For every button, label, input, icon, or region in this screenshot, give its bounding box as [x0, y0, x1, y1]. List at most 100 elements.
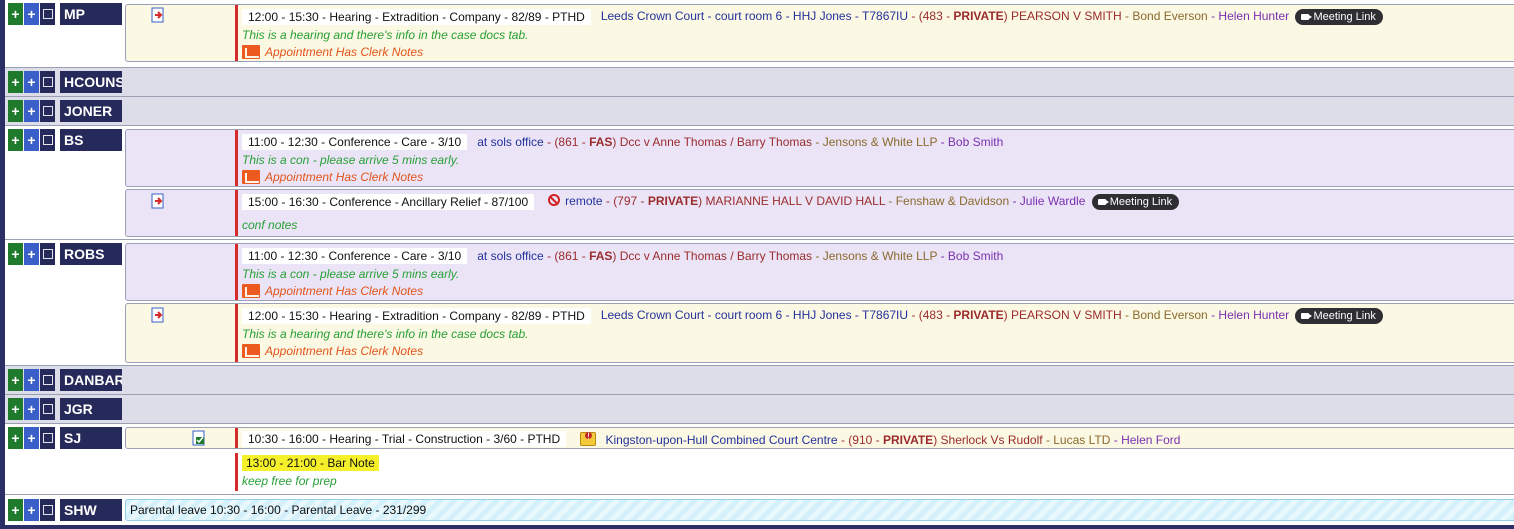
add-blue-button[interactable]: +: [24, 3, 39, 25]
solicitor-info[interactable]: - Jensons & White LLP: [815, 135, 937, 149]
client-info[interactable]: - Helen Hunter: [1211, 308, 1289, 322]
barrister-name[interactable]: SJ: [60, 427, 122, 449]
checkbox-box: [42, 249, 53, 259]
add-blue-button[interactable]: +: [24, 369, 39, 391]
document-export-icon[interactable]: [150, 7, 166, 23]
row-select-checkbox[interactable]: [40, 243, 55, 265]
court-info[interactable]: Kingston-upon-Hull Combined Court Centre: [605, 433, 837, 447]
case-info[interactable]: - (910 - PRIVATE) Sherlock Vs Rudolf: [841, 433, 1043, 447]
row-controls: + +: [8, 243, 55, 265]
clerk-notes[interactable]: Appointment Has Clerk Notes: [242, 344, 423, 358]
case-title: ) Dcc v Anne Thomas / Barry Thomas: [612, 249, 813, 263]
add-blue-button[interactable]: +: [24, 427, 39, 449]
leave-block[interactable]: Parental leave 10:30 - 16:00 - Parental …: [125, 499, 1514, 521]
meeting-link-button[interactable]: Meeting Link: [1295, 308, 1383, 324]
add-green-button[interactable]: +: [8, 369, 23, 391]
venue-info[interactable]: remote: [565, 194, 602, 208]
clerk-notes-label: Appointment Has Clerk Notes: [265, 284, 424, 298]
client-info[interactable]: - Helen Ford: [1114, 433, 1181, 447]
case-info[interactable]: - (861 - FAS) Dcc v Anne Thomas / Barry …: [547, 249, 812, 263]
meeting-link-button[interactable]: Meeting Link: [1091, 194, 1180, 210]
row-select-checkbox[interactable]: [40, 71, 55, 93]
case-info[interactable]: - (483 - PRIVATE) PEARSON V SMITH: [911, 308, 1121, 322]
row-select-checkbox[interactable]: [40, 129, 55, 151]
case-privacy: FAS: [589, 249, 613, 263]
diary-row-bs: + + BS 11:00 - 12:30 - Conference - Care…: [5, 125, 1514, 239]
appointment-conference[interactable]: 15:00 - 16:30 - Conference - Ancillary R…: [125, 189, 1514, 237]
row-select-checkbox[interactable]: [40, 100, 55, 122]
client-info[interactable]: - Bob Smith: [941, 249, 1004, 263]
solicitor-info[interactable]: - Bond Everson: [1125, 9, 1208, 23]
venue-info[interactable]: at sols office: [477, 135, 543, 149]
barrister-name[interactable]: ROBS: [60, 243, 122, 265]
add-green-button[interactable]: +: [8, 398, 23, 420]
barrister-name[interactable]: MP: [60, 3, 122, 25]
checkbox-box: [42, 106, 53, 116]
barrister-name[interactable]: SHW: [60, 499, 122, 521]
warning-icon[interactable]: [580, 431, 597, 446]
case-info[interactable]: - (861 - FAS) Dcc v Anne Thomas / Barry …: [547, 135, 812, 149]
barrister-name[interactable]: DANBAR: [60, 369, 122, 391]
appointment-line: 13:00 - 21:00 - Bar Note: [242, 455, 379, 471]
solicitor-info[interactable]: - Lucas LTD: [1046, 433, 1110, 447]
add-blue-button[interactable]: +: [24, 129, 39, 151]
court-info[interactable]: Leeds Crown Court - court room 6 - HHJ J…: [601, 9, 908, 23]
clerk-notes-label: Appointment Has Clerk Notes: [265, 45, 424, 59]
add-green-button[interactable]: +: [8, 427, 23, 449]
court-info[interactable]: Leeds Crown Court - court room 6 - HHJ J…: [601, 308, 908, 322]
solicitor-info[interactable]: - Fenshaw & Davidson: [888, 194, 1009, 208]
row-select-checkbox[interactable]: [40, 3, 55, 25]
client-info[interactable]: - Julie Wardle: [1012, 194, 1085, 208]
row-select-checkbox[interactable]: [40, 427, 55, 449]
row-controls: + +: [8, 71, 55, 93]
add-green-button[interactable]: +: [8, 499, 23, 521]
document-checked-icon[interactable]: [191, 430, 207, 446]
add-blue-button[interactable]: +: [24, 100, 39, 122]
barrister-name[interactable]: JGR: [60, 398, 122, 420]
appointment-hearing[interactable]: 10:30 - 16:00 - Hearing - Trial - Constr…: [125, 427, 1514, 449]
appointment-bar-note[interactable]: 13:00 - 21:00 - Bar Note keep free for p…: [125, 452, 1514, 492]
add-blue-button[interactable]: +: [24, 499, 39, 521]
add-green-button[interactable]: +: [8, 71, 23, 93]
appointment-time: 13:00 - 21:00 - Bar Note: [242, 455, 379, 471]
appointment-conference[interactable]: 11:00 - 12:30 - Conference - Care - 3/10…: [125, 243, 1514, 301]
client-info[interactable]: - Bob Smith: [941, 135, 1004, 149]
add-blue-button[interactable]: +: [24, 398, 39, 420]
solicitor-info[interactable]: - Bond Everson: [1125, 308, 1208, 322]
venue-info[interactable]: at sols office: [477, 249, 543, 263]
case-info[interactable]: - (483 - PRIVATE) PEARSON V SMITH: [911, 9, 1121, 23]
add-green-button[interactable]: +: [8, 100, 23, 122]
add-green-button[interactable]: +: [8, 129, 23, 151]
solicitor-info[interactable]: - Jensons & White LLP: [815, 249, 937, 263]
appointment-time: 15:00 - 16:30 - Conference - Ancillary R…: [242, 194, 535, 210]
video-camera-icon: [1301, 313, 1313, 319]
barrister-name[interactable]: HCOUNS: [60, 71, 122, 93]
clerk-notes[interactable]: Appointment Has Clerk Notes: [242, 45, 423, 59]
row-controls: + +: [8, 3, 55, 25]
appointment-status-bar: [235, 5, 238, 61]
add-blue-button[interactable]: +: [24, 243, 39, 265]
clerk-notes[interactable]: Appointment Has Clerk Notes: [242, 170, 423, 184]
appointment-hearing[interactable]: 12:00 - 15:30 - Hearing - Extradition - …: [125, 303, 1514, 363]
appointment-conference[interactable]: 11:00 - 12:30 - Conference - Care - 3/10…: [125, 129, 1514, 187]
leave-text: Parental leave 10:30 - 16:00 - Parental …: [130, 503, 427, 517]
row-select-checkbox[interactable]: [40, 499, 55, 521]
appointment-line: 10:30 - 16:00 - Hearing - Trial - Constr…: [242, 431, 1180, 447]
no-entry-icon: [548, 194, 561, 207]
meeting-link-button[interactable]: Meeting Link: [1295, 9, 1383, 25]
clerk-notes-label: Appointment Has Clerk Notes: [265, 170, 424, 184]
row-select-checkbox[interactable]: [40, 369, 55, 391]
document-export-icon[interactable]: [150, 193, 166, 209]
case-info[interactable]: - (797 - PRIVATE) MARIANNE HALL V DAVID …: [606, 194, 885, 208]
clerk-notes[interactable]: Appointment Has Clerk Notes: [242, 284, 423, 298]
barrister-name[interactable]: BS: [60, 129, 122, 151]
appointment-hearing[interactable]: 12:00 - 15:30 - Hearing - Extradition - …: [125, 4, 1514, 62]
add-blue-button[interactable]: +: [24, 71, 39, 93]
client-info[interactable]: - Helen Hunter: [1211, 9, 1289, 23]
row-select-checkbox[interactable]: [40, 398, 55, 420]
barrister-name[interactable]: JONER: [60, 100, 122, 122]
add-green-button[interactable]: +: [8, 243, 23, 265]
row-controls: + +: [8, 398, 55, 420]
document-export-icon[interactable]: [150, 307, 166, 323]
add-green-button[interactable]: +: [8, 3, 23, 25]
